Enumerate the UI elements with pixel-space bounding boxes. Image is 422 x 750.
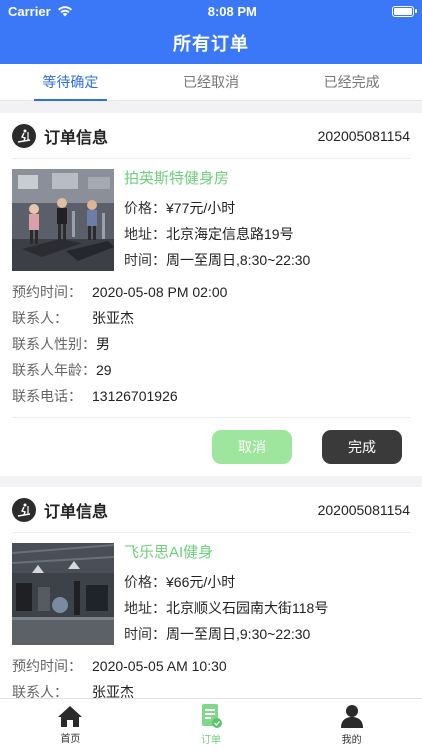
order-info-label: 订单信息 <box>44 503 109 521</box>
tabbar-profile[interactable]: 我的 <box>281 699 422 750</box>
tab-cancelled[interactable]: 已经取消 <box>141 64 282 100</box>
order-actions: 取消 完成 <box>12 417 410 464</box>
bottom-tab-bar: 首页 订单 我的 <box>0 698 422 750</box>
venue-photo <box>12 169 114 271</box>
order-details: 预约时间： 2020-05-05 AM 10:30 联系人： 张亚杰 <box>12 647 410 698</box>
order-number: 202005081154 <box>317 127 410 144</box>
venue-name: 飞乐思AI健身 <box>124 544 214 561</box>
tabbar-home[interactable]: 首页 <box>0 699 141 750</box>
tabbar-profile-label: 我的 <box>341 735 362 746</box>
order-card-header: 订单信息 202005081154 <box>12 113 410 159</box>
contact-age-row: 联系人年龄： 29 <box>12 362 112 378</box>
complete-button[interactable]: 完成 <box>322 430 402 464</box>
wifi-icon <box>57 6 72 17</box>
booking-time-row: 预约时间： 2020-05-05 AM 10:30 <box>12 658 227 674</box>
order-icon <box>202 704 222 728</box>
tab-completed[interactable]: 已经完成 <box>281 64 422 100</box>
nav-header: Carrier 8:08 PM 所有订单 <box>0 0 422 64</box>
page-title: 所有订单 <box>173 34 249 54</box>
order-number: 202005081154 <box>317 501 410 518</box>
order-card: 订单信息 202005081154 <box>0 113 422 476</box>
order-list[interactable]: 订单信息 202005081154 拍英斯特健身房 价格：¥77元/小时 地址：… <box>0 102 422 698</box>
venue-price: 价格：¥77元/小时 <box>124 200 236 216</box>
treadmill-icon <box>12 497 36 522</box>
clock: 8:08 PM <box>207 3 257 19</box>
order-card: 订单信息 202005081154 <box>0 487 422 698</box>
carrier-label: Carrier <box>8 3 51 19</box>
venue-summary[interactable]: 拍英斯特健身房 价格：¥77元/小时 地址：北京海定信息路19号 时间：周一至周… <box>12 159 410 273</box>
tabbar-home-label: 首页 <box>60 734 81 745</box>
venue-hours: 时间：周一至周日,9:30~22:30 <box>124 626 311 642</box>
venue-price: 价格：¥66元/小时 <box>124 574 236 590</box>
status-bar: Carrier 8:08 PM <box>0 0 422 22</box>
tabbar-orders-label: 订单 <box>201 735 221 746</box>
booking-time-row: 预约时间： 2020-05-08 PM 02:00 <box>12 284 228 300</box>
tab-pending[interactable]: 等待确定 <box>0 64 141 101</box>
venue-address: 地址：北京顺义石园南大街118号 <box>124 600 329 616</box>
contact-row: 联系人： 张亚杰 <box>12 310 134 326</box>
order-info-label: 订单信息 <box>44 129 109 147</box>
order-card-header: 订单信息 202005081154 <box>12 487 410 533</box>
venue-name: 拍英斯特健身房 <box>124 170 230 187</box>
profile-icon <box>340 705 363 728</box>
venue-hours: 时间：周一至周日,8:30~22:30 <box>124 252 311 268</box>
order-status-tabs: 等待确定 已经取消 已经完成 <box>0 64 422 101</box>
tabbar-orders[interactable]: 订单 <box>141 699 282 750</box>
contact-phone-row: 联系电话： 13126701926 <box>12 388 178 404</box>
venue-address: 地址：北京海定信息路19号 <box>124 226 294 242</box>
order-details: 预约时间： 2020-05-08 PM 02:00 联系人： 张亚杰 联系人性别：男… <box>12 273 410 409</box>
venue-summary[interactable]: 飞乐思AI健身 价格：¥66元/小时 地址：北京顺义石园南大街118号 时间：周… <box>12 533 410 647</box>
treadmill-icon <box>12 123 36 148</box>
contact-row: 联系人： 张亚杰 <box>12 684 134 698</box>
venue-photo <box>12 543 114 645</box>
battery-icon <box>392 5 417 17</box>
home-icon <box>58 706 83 727</box>
cancel-button[interactable]: 取消 <box>212 430 292 464</box>
contact-gender-row: 联系人性别：男 <box>12 336 110 352</box>
